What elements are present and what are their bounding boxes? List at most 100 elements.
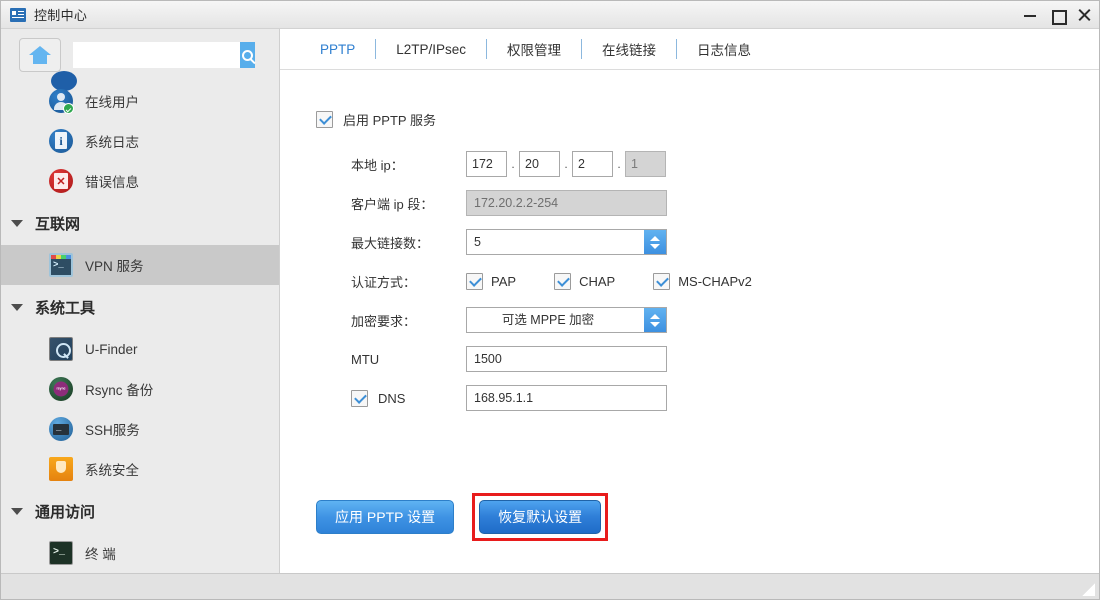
search-icon [242, 50, 253, 61]
ip-separator-3: . [613, 157, 625, 171]
local-ip-octet-3[interactable]: 2 [572, 151, 613, 177]
window-controls [1024, 1, 1091, 29]
encryption-spinner[interactable] [644, 308, 666, 332]
sidebar-item-label: 系统安全 [85, 459, 139, 479]
auth-checkbox-2[interactable] [653, 273, 670, 290]
sidebar-item-0[interactable]: 在线用户 [1, 81, 279, 121]
close-icon[interactable] [1078, 9, 1091, 22]
encryption-select[interactable]: 可选 MPPE 加密 [466, 307, 667, 333]
chevron-down-icon[interactable] [650, 322, 660, 327]
max-connections-row: 最大链接数： 5 [316, 228, 1099, 256]
form-actions: 应用 PPTP 设置 恢复默认设置 [316, 493, 608, 541]
tab-1[interactable]: L2TP/IPsec [376, 42, 486, 57]
chevron-up-icon[interactable] [650, 314, 660, 319]
sidebar-item-6[interactable]: U-Finder [1, 329, 279, 369]
search-button[interactable] [240, 42, 255, 68]
restore-defaults-button[interactable]: 恢复默认设置 [479, 500, 601, 534]
enable-pptp-label: 启用 PPTP 服务 [343, 110, 436, 129]
sidebar-nav-list: 在线用户系统日志错误信息互联网 VPN 服务系统工具 U-Finder Rsync 备… [1, 81, 279, 573]
sidebar-item-label: 错误信息 [85, 171, 139, 191]
window-title: 控制中心 [34, 5, 87, 24]
local-ip-octet-4: 1 [625, 151, 666, 177]
max-connections-spinner[interactable] [644, 230, 666, 254]
tab-2[interactable]: 权限管理 [487, 39, 581, 59]
ssh-service-icon [49, 417, 73, 441]
sidebar-item-label: 在线用户 [85, 91, 139, 111]
auth-checkbox-0[interactable] [466, 273, 483, 290]
auth-option-label: PAP [491, 274, 516, 289]
resize-grip[interactable] [1081, 582, 1095, 596]
tab-3[interactable]: 在线链接 [582, 39, 676, 59]
sidebar-group-3[interactable]: 互联网 [1, 201, 279, 245]
pptp-settings-form: 启用 PPTP 服务 本地 ip： 172 . 20 . 2 . 1 客户端 i… [280, 70, 1099, 573]
sidebar-item-label: U-Finder [85, 342, 138, 357]
dns-label: DNS [378, 391, 405, 406]
partially-scrolled-icon [51, 71, 77, 91]
sidebar-group-label: 系统工具 [35, 297, 95, 318]
title-bar: 控制中心 [1, 1, 1099, 29]
auth-option-0[interactable]: PAP [466, 273, 516, 290]
mtu-label: MTU [316, 352, 466, 367]
client-ip-range-label: 客户端 ip 段： [316, 194, 466, 213]
sidebar-group-10[interactable]: 通用访问 [1, 489, 279, 533]
auth-option-2[interactable]: MS-CHAPv2 [653, 273, 752, 290]
auth-methods-label: 认证方式： [316, 272, 466, 291]
sidebar-search-bar [1, 29, 279, 81]
rsync-backup-icon [49, 377, 73, 401]
search-container [73, 42, 255, 68]
auth-checkbox-1[interactable] [554, 273, 571, 290]
max-connections-value: 5 [467, 230, 644, 254]
caret-down-icon [11, 508, 23, 515]
sidebar-item-7[interactable]: Rsync 备份 [1, 369, 279, 409]
dns-checkbox[interactable] [351, 390, 368, 407]
encryption-label: 加密要求： [316, 311, 466, 330]
mtu-input[interactable]: 1500 [466, 346, 667, 372]
dns-input[interactable]: 168.95.1.1 [466, 385, 667, 411]
home-icon [29, 46, 51, 64]
max-connections-stepper[interactable]: 5 [466, 229, 667, 255]
encryption-value: 可选 MPPE 加密 [467, 308, 644, 332]
terminal-icon [49, 541, 73, 565]
sidebar-item-11[interactable]: 终 端 [1, 533, 279, 573]
sidebar-item-label: SSH服务 [85, 419, 140, 439]
chevron-up-icon[interactable] [650, 236, 660, 241]
client-ip-range-row: 客户端 ip 段： 172.20.2.2-254 [316, 189, 1099, 217]
chevron-down-icon[interactable] [650, 244, 660, 249]
online-users-icon [49, 89, 73, 113]
dns-toggle[interactable]: DNS [316, 390, 466, 407]
sidebar-group-label: 互联网 [35, 213, 80, 234]
online-badge-icon [63, 103, 74, 114]
content-panel: PPTPL2TP/IPsec权限管理在线链接日志信息 启用 PPTP 服务 本地… [280, 29, 1099, 573]
auth-methods-row: 认证方式： PAP CHAP MS-CHAPv2 [316, 267, 1099, 295]
sidebar-group-5[interactable]: 系统工具 [1, 285, 279, 329]
home-button[interactable] [19, 38, 61, 72]
window-body: 在线用户系统日志错误信息互联网 VPN 服务系统工具 U-Finder Rsync 备… [1, 29, 1099, 573]
sidebar-item-label: VPN 服务 [85, 255, 144, 275]
sidebar-item-1[interactable]: 系统日志 [1, 121, 279, 161]
local-ip-octet-1[interactable]: 172 [466, 151, 507, 177]
restore-defaults-highlight: 恢复默认设置 [472, 493, 608, 541]
enable-pptp-checkbox[interactable] [316, 111, 333, 128]
sidebar-item-2[interactable]: 错误信息 [1, 161, 279, 201]
search-input[interactable] [73, 42, 240, 68]
sidebar-item-8[interactable]: SSH服务 [1, 409, 279, 449]
system-log-icon [49, 129, 73, 153]
ufinder-icon [49, 337, 73, 361]
auth-option-1[interactable]: CHAP [554, 273, 615, 290]
maximize-icon[interactable] [1051, 9, 1064, 22]
sidebar-item-label: 系统日志 [85, 131, 139, 151]
sidebar-item-label: 终 端 [85, 543, 116, 563]
encryption-row: 加密要求： 可选 MPPE 加密 [316, 306, 1099, 334]
auth-option-label: CHAP [579, 274, 615, 289]
enable-pptp-row: 启用 PPTP 服务 [316, 108, 1099, 130]
ip-separator-1: . [507, 157, 519, 171]
sidebar-item-4[interactable]: VPN 服务 [1, 245, 279, 285]
apply-pptp-button[interactable]: 应用 PPTP 设置 [316, 500, 454, 534]
minimize-icon[interactable] [1024, 9, 1037, 22]
tab-4[interactable]: 日志信息 [677, 39, 771, 59]
mtu-row: MTU 1500 [316, 345, 1099, 373]
local-ip-octet-2[interactable]: 20 [519, 151, 560, 177]
tab-0[interactable]: PPTP [300, 42, 375, 57]
sidebar-item-9[interactable]: 系统安全 [1, 449, 279, 489]
status-bar [1, 573, 1099, 599]
